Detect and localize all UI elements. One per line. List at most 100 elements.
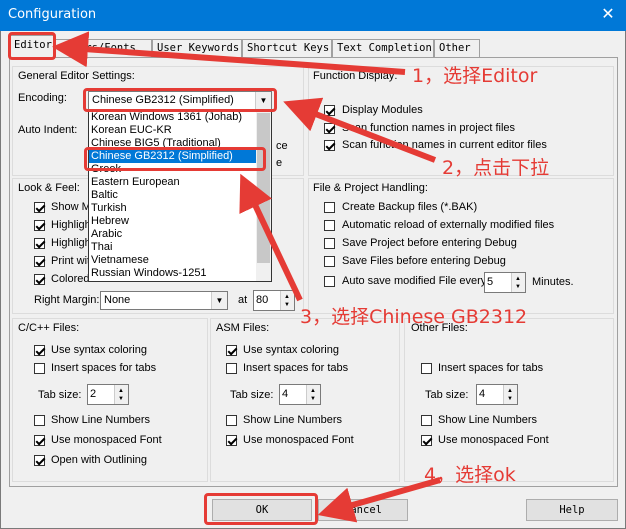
asm-syntax-checkbox[interactable] xyxy=(226,345,237,356)
c-outlining-checkbox[interactable] xyxy=(34,455,45,466)
save-files-label: Save Files before entering Debug xyxy=(342,255,506,267)
c-monospaced-checkbox[interactable] xyxy=(34,435,45,446)
list-item[interactable]: Baltic xyxy=(89,189,271,202)
asm-spaces-label: Insert spaces for tabs xyxy=(243,362,349,374)
auto-reload-checkbox[interactable] xyxy=(324,220,335,231)
list-item[interactable]: Vietnamese xyxy=(89,254,271,267)
file-project-header: File & Project Handling: xyxy=(313,182,428,194)
encoding-dropdown-list[interactable]: Korean Windows 1361 (Johab) Korean EUC-K… xyxy=(88,110,272,282)
other-tabsize-spinner[interactable]: 4 ▲ ▼ xyxy=(476,384,518,405)
at-label: at xyxy=(238,294,248,306)
backup-files-label: Create Backup files (*.BAK) xyxy=(342,201,478,213)
colored-tabs-checkbox[interactable] xyxy=(34,274,45,285)
asm-spaces-checkbox[interactable] xyxy=(226,363,237,374)
tab-user-keywords[interactable]: User Keywords xyxy=(152,39,242,57)
look-feel-label: Highligh xyxy=(51,237,91,249)
list-item[interactable]: Russian Windows-1251 xyxy=(89,267,271,280)
backup-files-checkbox[interactable] xyxy=(324,202,335,213)
tab-colors-fonts[interactable]: Colors/Fonts xyxy=(55,39,152,57)
dropdown-scrollbar[interactable] xyxy=(256,111,271,281)
asm-tabsize-spinner[interactable]: 4 ▲ ▼ xyxy=(279,384,321,405)
tab-text-completion[interactable]: Text Completion xyxy=(332,39,434,57)
spinner-arrows-icon[interactable]: ▲ ▼ xyxy=(280,291,294,310)
annotation-step-4: 4，选择ok xyxy=(424,464,516,486)
close-icon[interactable]: ✕ xyxy=(598,4,618,26)
list-item[interactable]: Arabic xyxy=(89,228,271,241)
chevron-down-icon[interactable]: ▼ xyxy=(211,292,227,309)
right-margin-select[interactable]: None ▼ xyxy=(100,291,228,310)
asm-line-numbers-label: Show Line Numbers xyxy=(243,414,343,426)
tab-shortcut-keys[interactable]: Shortcut Keys xyxy=(242,39,332,57)
help-button[interactable]: Help xyxy=(526,499,618,521)
c-outlining-label: Open with Outlining xyxy=(51,454,147,466)
right-margin-column-spinner[interactable]: 80 ▲ ▼ xyxy=(253,290,295,311)
c-tabsize-label: Tab size: xyxy=(38,389,82,401)
right-margin-label: Right Margin: xyxy=(34,294,100,306)
annotation-box-gb2312-option xyxy=(84,147,266,171)
look-feel-header: Look & Feel: xyxy=(18,182,80,194)
c-line-numbers-checkbox[interactable] xyxy=(34,415,45,426)
scan-project-label: Scan function names in project files xyxy=(342,122,516,134)
other-line-numbers-checkbox[interactable] xyxy=(421,415,432,426)
c-monospaced-label: Use monospaced Font xyxy=(51,434,162,446)
right-margin-column-value: 80 xyxy=(256,294,269,306)
other-spaces-checkbox[interactable] xyxy=(421,363,432,374)
general-settings-header: General Editor Settings: xyxy=(18,70,135,82)
list-item[interactable]: Korean EUC-KR xyxy=(89,124,271,137)
display-modules-checkbox[interactable] xyxy=(324,105,335,116)
annotation-step-2: 2，点击下拉 xyxy=(442,157,550,179)
c-spaces-label: Insert spaces for tabs xyxy=(51,362,157,374)
asm-monospaced-checkbox[interactable] xyxy=(226,435,237,446)
look-feel-checkbox[interactable] xyxy=(34,220,45,231)
save-files-checkbox[interactable] xyxy=(324,256,335,267)
cancel-button[interactable]: Cancel xyxy=(318,499,408,521)
c-spaces-checkbox[interactable] xyxy=(34,363,45,374)
other-spaces-label: Insert spaces for tabs xyxy=(438,362,544,374)
save-project-checkbox[interactable] xyxy=(324,238,335,249)
scan-editor-label: Scan function names in current editor fi… xyxy=(342,139,547,151)
look-feel-checkbox[interactable] xyxy=(34,238,45,249)
asm-line-numbers-checkbox[interactable] xyxy=(226,415,237,426)
list-item[interactable]: Turkish xyxy=(89,202,271,215)
asm-syntax-label: Use syntax coloring xyxy=(243,344,339,356)
c-syntax-label: Use syntax coloring xyxy=(51,344,147,356)
spinner-arrows-icon[interactable]: ▲ ▼ xyxy=(511,273,525,292)
auto-reload-label: Automatic reload of externally modified … xyxy=(342,219,555,231)
c-line-numbers-label: Show Line Numbers xyxy=(51,414,151,426)
scrollbar-thumb[interactable] xyxy=(257,113,270,263)
list-item[interactable]: Hebrew xyxy=(89,215,271,228)
autosave-minutes-spinner[interactable]: 5 ▲ ▼ xyxy=(484,272,526,293)
spinner-arrows-icon[interactable]: ▲ ▼ xyxy=(306,385,320,404)
window-title: Configuration xyxy=(8,7,97,22)
asm-files-header: ASM Files: xyxy=(216,322,270,334)
annotation-step-3: 3，选择Chinese GB2312 xyxy=(300,306,528,328)
display-modules-label: Display Modules xyxy=(342,104,423,116)
annotation-box-encoding-select xyxy=(83,88,277,112)
autosave-checkbox[interactable] xyxy=(324,276,335,287)
c-tabsize-spinner[interactable]: 2 ▲ ▼ xyxy=(87,384,129,405)
look-feel-label: Highligh xyxy=(51,219,91,231)
annotation-box-editor-tab xyxy=(8,32,56,60)
look-feel-checkbox[interactable] xyxy=(34,256,45,267)
scan-editor-checkbox[interactable] xyxy=(324,140,335,151)
spinner-arrows-icon[interactable]: ▲ ▼ xyxy=(114,385,128,404)
spinner-arrows-icon[interactable]: ▲ ▼ xyxy=(503,385,517,404)
partial-option-text: ce xyxy=(276,140,288,152)
title-bar: Configuration ✕ xyxy=(0,0,626,31)
look-feel-checkbox[interactable] xyxy=(34,202,45,213)
auto-indent-label: Auto Indent: xyxy=(18,124,78,136)
right-margin-value: None xyxy=(104,294,131,306)
scan-project-checkbox[interactable] xyxy=(324,123,335,134)
minutes-label: Minutes. xyxy=(532,276,574,288)
asm-tabsize-label: Tab size: xyxy=(230,389,274,401)
list-item[interactable]: Eastern European xyxy=(89,176,271,189)
other-monospaced-checkbox[interactable] xyxy=(421,435,432,446)
tab-other[interactable]: Other xyxy=(434,39,480,57)
function-display-header: Function Display: xyxy=(313,70,398,82)
c-files-header: C/C++ Files: xyxy=(18,322,80,334)
other-line-numbers-label: Show Line Numbers xyxy=(438,414,538,426)
other-monospaced-label: Use monospaced Font xyxy=(438,434,549,446)
list-item[interactable]: Korean Windows 1361 (Johab) xyxy=(89,111,271,124)
list-item[interactable]: Thai xyxy=(89,241,271,254)
c-syntax-checkbox[interactable] xyxy=(34,345,45,356)
